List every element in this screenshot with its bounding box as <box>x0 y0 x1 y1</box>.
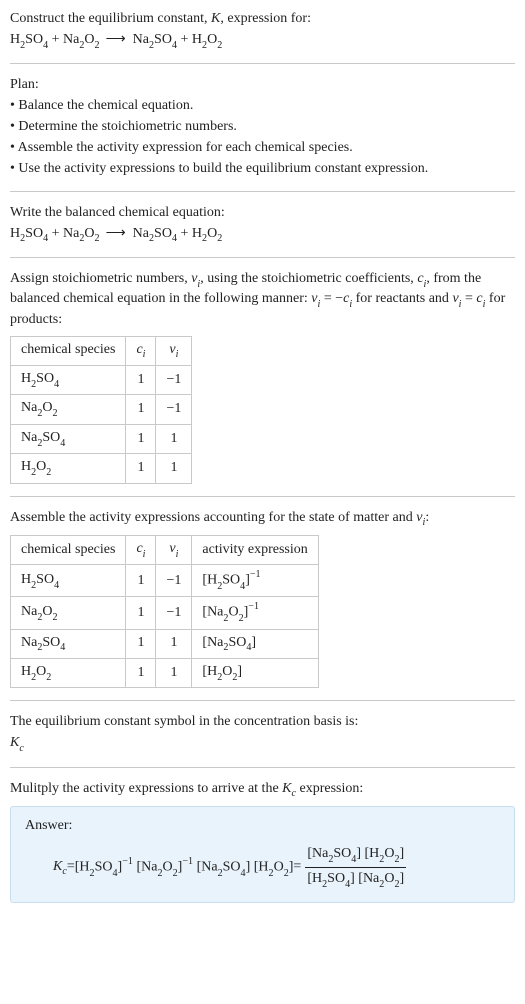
plan-item-3: • Assemble the activity expression for e… <box>10 139 515 158</box>
multiply-text: Mulitply the activity expressions to arr… <box>10 780 515 800</box>
col-ci: ci <box>126 336 156 365</box>
divider <box>10 496 515 497</box>
plan-item-1: • Balance the chemical equation. <box>10 97 515 116</box>
table-row: Na2SO4 1 1 <box>11 424 192 453</box>
balanced-label: Write the balanced chemical equation: <box>10 204 515 223</box>
prompt-line-1: Construct the equilibrium constant, K, e… <box>10 10 515 29</box>
plan-item-2: • Determine the stoichiometric numbers. <box>10 118 515 137</box>
balanced-equation: H2SO4 + Na2O2⟶Na2SO4 + H2O2 <box>10 225 515 245</box>
table-row: H2O2 1 1 [H2O2] <box>11 658 319 687</box>
col-species: chemical species <box>11 336 126 365</box>
kc-symbol: Kc <box>10 734 515 754</box>
col-vi: νi <box>156 336 192 365</box>
table-row: H2O2 1 1 <box>11 454 192 483</box>
table-row: H2SO4 1 −1 <box>11 366 192 395</box>
table-row: H2SO4 1 −1 [H2SO4]−1 <box>11 565 319 597</box>
answer-label: Answer: <box>25 817 500 836</box>
divider <box>10 257 515 258</box>
species-na2so4: Na2SO4 <box>133 32 177 47</box>
prompt-text-b: , expression for: <box>220 11 311 26</box>
table-header-row: chemical species ci νi activity expressi… <box>11 536 319 565</box>
kc-fraction: [Na2SO4] [H2O2] [H2SO4] [Na2O2] <box>305 844 406 892</box>
species-na2o2: Na2O2 <box>63 32 100 47</box>
reaction-arrow-icon: ⟶ <box>100 32 133 47</box>
table-row: Na2O2 1 −1 <box>11 395 192 424</box>
table-row: Na2O2 1 −1 [Na2O2]−1 <box>11 597 319 629</box>
assemble-text: Assemble the activity expressions accoun… <box>10 509 515 529</box>
kc-expression: Kc = [H2SO4]−1 [Na2O2]−1 [Na2SO4] [H2O2]… <box>25 844 500 892</box>
divider <box>10 191 515 192</box>
species-h2o2: H2O2 <box>192 32 222 47</box>
divider <box>10 63 515 64</box>
divider <box>10 700 515 701</box>
table-header-row: chemical species ci νi <box>11 336 192 365</box>
divider <box>10 767 515 768</box>
prompt-K: K <box>211 11 220 26</box>
unbalanced-equation: H2SO4 + Na2O2⟶Na2SO4 + H2O2 <box>10 31 515 51</box>
prompt-text-a: Construct the equilibrium constant, <box>10 11 211 26</box>
activity-table: chemical species ci νi activity expressi… <box>10 535 319 688</box>
species-h2so4: H2SO4 <box>10 32 48 47</box>
plan-title: Plan: <box>10 76 515 95</box>
table-row: Na2SO4 1 1 [Na2SO4] <box>11 629 319 658</box>
assign-text: Assign stoichiometric numbers, νi, using… <box>10 270 515 330</box>
plan-item-4: • Use the activity expressions to build … <box>10 160 515 179</box>
basis-text: The equilibrium constant symbol in the c… <box>10 713 515 732</box>
stoichiometry-table: chemical species ci νi H2SO4 1 −1 Na2O2 … <box>10 336 192 484</box>
answer-box: Answer: Kc = [H2SO4]−1 [Na2O2]−1 [Na2SO4… <box>10 806 515 903</box>
